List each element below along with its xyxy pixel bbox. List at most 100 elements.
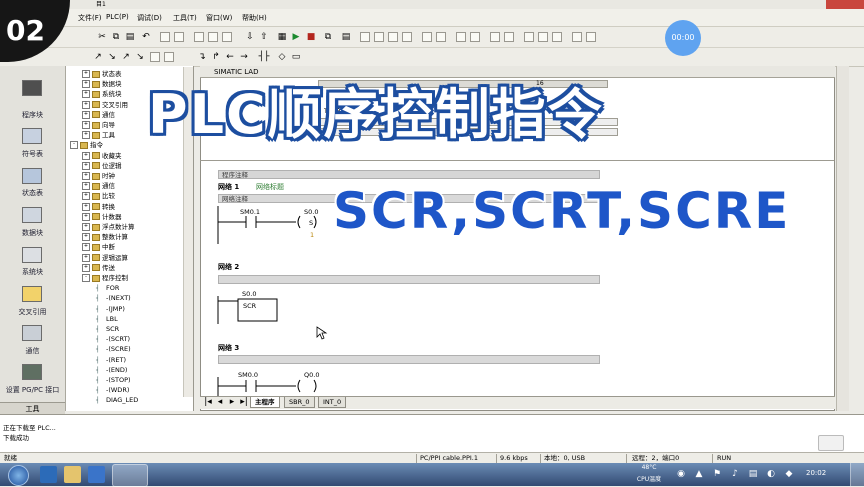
- collapse-icon[interactable]: -: [70, 141, 78, 150]
- copy-icon[interactable]: ⧉: [110, 32, 122, 42]
- expand-icon[interactable]: +: [82, 100, 90, 109]
- tree-item[interactable]: ┤ -(END): [96, 365, 127, 375]
- toolbar-button[interactable]: [194, 32, 204, 42]
- show-desktop-button[interactable]: [850, 463, 864, 486]
- program-comment[interactable]: 程序注释: [218, 170, 600, 179]
- undo-icon[interactable]: ↶: [140, 32, 152, 42]
- menu-plc[interactable]: PLC(P): [106, 13, 129, 21]
- menu-help[interactable]: 帮助(H): [242, 13, 267, 23]
- menu-file[interactable]: 文件(F): [78, 13, 102, 23]
- tree-item[interactable]: + 时钟: [82, 171, 115, 181]
- delete-network-icon[interactable]: ↘: [106, 52, 118, 62]
- expand-icon[interactable]: +: [82, 263, 90, 272]
- tree-item[interactable]: ┤ -(SCRE): [96, 344, 131, 354]
- tree-item[interactable]: + 通信: [82, 181, 115, 191]
- nav-pg-pc-interface[interactable]: 设置 PG/PC 接口: [0, 385, 65, 395]
- toolbar-button[interactable]: [586, 32, 596, 42]
- box-icon[interactable]: ▭: [290, 52, 302, 62]
- toolbar-button[interactable]: [572, 32, 582, 42]
- tree-item[interactable]: ┤ SCR: [96, 324, 119, 334]
- tree-item[interactable]: + 位逻辑: [82, 161, 122, 171]
- coil-icon[interactable]: ◇: [276, 52, 288, 62]
- tray-icon[interactable]: ♪: [730, 469, 740, 479]
- nav-data-block[interactable]: 数据块: [0, 228, 65, 238]
- tray-icon[interactable]: ◆: [784, 469, 794, 479]
- toolbar-button[interactable]: [160, 32, 170, 42]
- tree-item[interactable]: ┤ -(SCRT): [96, 334, 130, 344]
- expand-icon[interactable]: +: [82, 243, 90, 252]
- tree-item[interactable]: ┤ -(RET): [96, 355, 126, 365]
- tab-main[interactable]: 主程序: [250, 397, 280, 408]
- system-block-icon[interactable]: [22, 247, 42, 263]
- tree-item[interactable]: + 向导: [82, 120, 115, 130]
- toolbar-button[interactable]: [150, 52, 160, 62]
- toolbar-button[interactable]: [524, 32, 534, 42]
- program-block-icon[interactable]: [22, 80, 42, 96]
- tree-item[interactable]: ┤ FOR: [96, 283, 119, 293]
- tree-item[interactable]: + 收藏夹: [82, 151, 122, 161]
- network-1-title[interactable]: 网络标题: [256, 182, 284, 192]
- pg-pc-interface-icon[interactable]: [22, 364, 42, 380]
- download-icon[interactable]: ⇩: [244, 32, 256, 42]
- tree-item[interactable]: + 系统块: [82, 89, 122, 99]
- symbol-table-icon[interactable]: [22, 128, 42, 144]
- tab-first-icon[interactable]: |◂: [202, 397, 214, 407]
- tree-item[interactable]: ┤ -(NEXT): [96, 293, 131, 303]
- expand-icon[interactable]: +: [82, 172, 90, 180]
- expand-icon[interactable]: +: [82, 212, 90, 221]
- status-chart-icon[interactable]: ▤: [340, 32, 352, 42]
- toolbar-button[interactable]: [470, 32, 480, 42]
- line-down-icon[interactable]: ↴: [196, 52, 208, 62]
- nav-program-block[interactable]: 程序块: [0, 110, 65, 120]
- tree-item[interactable]: + 比较: [82, 191, 115, 201]
- communication-icon[interactable]: [22, 325, 42, 341]
- expand-icon[interactable]: +: [82, 161, 90, 170]
- tab-prev-icon[interactable]: ◂: [214, 397, 226, 407]
- toolbar-button[interactable]: [360, 32, 370, 42]
- nav-communication[interactable]: 通信: [0, 346, 65, 356]
- start-button-icon[interactable]: [8, 465, 29, 486]
- menu-tools[interactable]: 工具(T): [173, 13, 197, 23]
- upload-icon[interactable]: ⇧: [258, 32, 270, 42]
- status-chart-icon[interactable]: [22, 168, 42, 184]
- cross-reference-icon[interactable]: [22, 286, 42, 302]
- toolbar-button[interactable]: [504, 32, 514, 42]
- tree-item[interactable]: - 程序控制: [82, 273, 128, 283]
- network-3-comment-bar[interactable]: [218, 355, 600, 364]
- ie-icon[interactable]: [40, 466, 57, 483]
- nav-status-chart[interactable]: 状态表: [0, 188, 65, 198]
- toolbar-button[interactable]: [490, 32, 500, 42]
- tree-item[interactable]: + 整数计算: [82, 232, 128, 242]
- tree-item[interactable]: + 数据块: [82, 79, 122, 89]
- monitor-icon[interactable]: ⧉: [322, 32, 334, 42]
- tray-icon[interactable]: ▲: [694, 469, 704, 479]
- network-2-box-name[interactable]: SCR: [243, 302, 256, 310]
- tab-next-icon[interactable]: ▸: [226, 397, 238, 407]
- media-player-icon[interactable]: [88, 466, 105, 483]
- tree-item[interactable]: + 工具: [82, 130, 115, 140]
- tree-item[interactable]: + 交叉引用: [82, 100, 128, 110]
- toolbar-button[interactable]: [174, 32, 184, 42]
- collapse-icon[interactable]: -: [82, 274, 90, 282]
- compile-icon[interactable]: ▦: [276, 32, 288, 42]
- expand-icon[interactable]: +: [82, 202, 90, 211]
- input-method-icon[interactable]: [818, 435, 844, 451]
- expand-icon[interactable]: +: [82, 151, 90, 160]
- toolbar-button[interactable]: [222, 32, 232, 42]
- expand-icon[interactable]: +: [82, 182, 90, 191]
- tree-item[interactable]: + 计数器: [82, 212, 122, 222]
- line-left-icon[interactable]: ←: [224, 52, 236, 62]
- expand-icon[interactable]: +: [82, 121, 90, 129]
- tree-item[interactable]: + 逻辑运算: [82, 253, 128, 263]
- tree-item[interactable]: + 传送: [82, 263, 115, 273]
- step7-taskbar-button[interactable]: [112, 464, 148, 487]
- tree-item[interactable]: + 状态表: [82, 69, 122, 79]
- network-2-comment-bar[interactable]: [218, 275, 600, 284]
- splitter[interactable]: [200, 160, 834, 161]
- tree-item[interactable]: + 中断: [82, 242, 115, 252]
- toolbar-button[interactable]: [208, 32, 218, 42]
- network-1-contact-operand[interactable]: SM0.1: [240, 208, 260, 216]
- tree-item[interactable]: ┤ -(WDR): [96, 385, 129, 395]
- tree-item[interactable]: ┤ DIAG_LED: [96, 395, 138, 405]
- insert-network-icon[interactable]: ↗: [92, 52, 104, 62]
